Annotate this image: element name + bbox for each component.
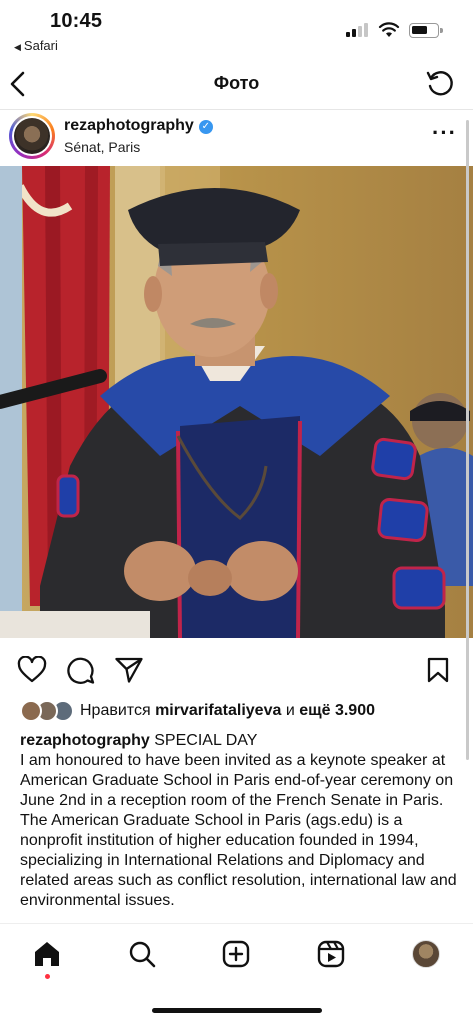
scrollbar[interactable] — [466, 120, 469, 760]
comment-icon[interactable] — [66, 656, 95, 685]
more-options-icon[interactable]: ··· — [432, 120, 457, 146]
notification-dot — [45, 974, 50, 979]
back-app-label: Safari — [23, 38, 58, 53]
post-header: rezaphotography ✓ Sénat, Paris ··· — [0, 110, 473, 166]
bookmark-icon[interactable] — [426, 656, 450, 684]
home-indicator — [152, 1008, 322, 1013]
likes-user[interactable]: mirvarifataliyeva — [155, 702, 281, 719]
likes-connector: и — [285, 702, 295, 719]
likes-summary[interactable]: Нравится mirvarifataliyeva и ещё 3.900 — [20, 700, 460, 722]
status-bar: 10:45 ◀ Safari — [0, 0, 473, 58]
reels-icon[interactable] — [317, 940, 345, 968]
post-actions-bar — [0, 650, 473, 690]
wifi-icon — [378, 22, 400, 37]
home-icon[interactable] — [33, 940, 61, 968]
search-icon[interactable] — [128, 940, 156, 968]
cellular-signal-icon — [346, 23, 368, 37]
author-username-text: rezaphotography — [64, 117, 194, 134]
author-avatar[interactable] — [9, 113, 55, 159]
likes-text: Нравится mirvarifataliyeva и ещё 3.900 — [80, 702, 375, 720]
refresh-icon[interactable] — [425, 69, 455, 99]
author-username[interactable]: rezaphotography ✓ — [64, 117, 213, 135]
back-triangle-icon: ◀ — [14, 42, 21, 52]
liker-avatar — [20, 700, 42, 722]
profile-avatar[interactable] — [412, 940, 440, 968]
back-to-app-link[interactable]: ◀ Safari — [14, 38, 58, 53]
create-icon[interactable] — [222, 940, 250, 968]
page-title: Фото — [213, 73, 260, 93]
liker-avatars — [20, 700, 76, 722]
heart-icon[interactable] — [17, 656, 47, 684]
verified-badge-icon: ✓ — [198, 120, 213, 134]
top-navigation-bar: Фото — [0, 58, 473, 110]
likes-prefix: Нравится — [80, 702, 151, 719]
caption-paragraph: The American Graduate School in Paris (a… — [20, 812, 457, 909]
bottom-navigation — [0, 923, 473, 1024]
share-icon[interactable] — [114, 656, 144, 684]
caption-title: SPECIAL DAY — [154, 732, 258, 749]
likes-count[interactable]: ещё 3.900 — [299, 702, 375, 719]
caption-paragraph: I am honoured to have been invited as a … — [20, 752, 454, 809]
post-location[interactable]: Sénat, Paris — [64, 139, 140, 155]
post-photo[interactable] — [0, 166, 473, 638]
battery-icon — [409, 23, 443, 38]
caption-username[interactable]: rezaphotography — [20, 732, 150, 749]
status-time: 10:45 — [50, 10, 103, 32]
post-caption: rezaphotography SPECIAL DAY I am honoure… — [20, 731, 460, 924]
